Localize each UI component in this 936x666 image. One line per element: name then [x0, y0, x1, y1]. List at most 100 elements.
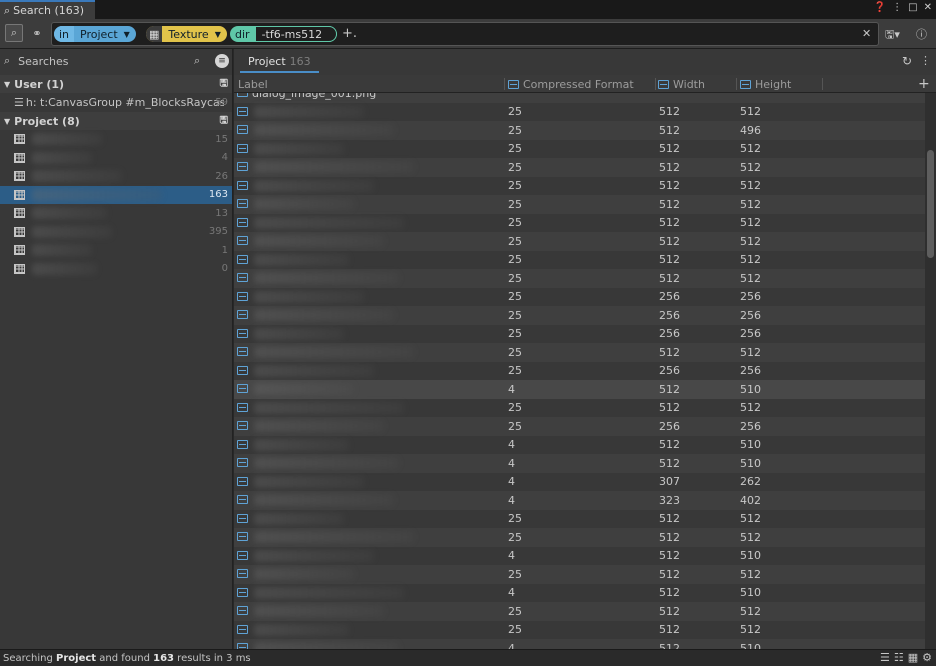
width-cell: 512 — [659, 142, 680, 156]
texture-icon — [237, 180, 248, 190]
compressed-format-cell: 4 — [508, 586, 515, 600]
close-icon[interactable]: ✕ — [924, 2, 932, 13]
redacted-label — [254, 216, 404, 229]
width-cell: 512 — [659, 438, 680, 452]
width-cell: 512 — [659, 530, 680, 544]
filter-chip-dir[interactable]: dir -tf6-ms512 — [230, 26, 337, 42]
search-query-input[interactable]: in Project ▼ ▦ Texture ▼ dir -tf6-ms512 +.… — [51, 22, 879, 46]
project-search-item[interactable]: 395 — [0, 223, 232, 241]
refresh-icon[interactable]: ↻ — [902, 54, 912, 68]
texture-icon — [237, 143, 248, 153]
table-view-icon[interactable]: ▦ — [908, 651, 918, 664]
table-row[interactable]: dialog_image_001.png — [234, 93, 925, 103]
table-row[interactable]: 25 512 512 — [234, 343, 925, 362]
table-row[interactable]: 25 512 512 — [234, 195, 925, 214]
table-row[interactable]: 4 512 510 — [234, 454, 925, 473]
redacted-label — [254, 272, 399, 285]
save-query-icon[interactable]: 🖫▾ — [885, 26, 900, 45]
table-row[interactable]: 25 256 256 — [234, 306, 925, 325]
clear-search-icon[interactable]: ✕ — [862, 27, 871, 40]
project-search-item[interactable]: 163 — [0, 185, 232, 204]
column-header-label[interactable]: Label — [238, 75, 268, 93]
table-row[interactable]: 25 512 512 — [234, 214, 925, 233]
table-row[interactable]: 25 256 256 — [234, 362, 925, 381]
texture-icon — [237, 291, 248, 301]
tab-project[interactable]: Project 163 — [240, 51, 319, 73]
sync-toggle-icon[interactable]: ⚭ — [28, 24, 46, 42]
table-row[interactable]: 4 512 510 — [234, 547, 925, 566]
table-row[interactable]: 25 512 512 — [234, 232, 925, 251]
filter-chip-in[interactable]: in Project ▼ — [54, 26, 136, 42]
table-row[interactable]: 25 512 512 — [234, 251, 925, 270]
table-row[interactable]: 25 512 512 — [234, 177, 925, 196]
table-row[interactable]: 25 512 512 — [234, 103, 925, 122]
dropdown-arrow-icon[interactable]: ▼ — [215, 30, 221, 39]
table-row[interactable]: 4 512 510 — [234, 584, 925, 603]
group-project-header[interactable]: ▼ Project (8) 🖫 — [0, 112, 232, 130]
table-row[interactable]: 25 256 256 — [234, 288, 925, 307]
column-divider[interactable] — [736, 78, 737, 90]
table-row[interactable]: 4 307 262 — [234, 473, 925, 492]
title-bar — [0, 0, 936, 19]
project-search-item[interactable]: 13 — [0, 204, 232, 222]
table-row[interactable]: 25 512 512 — [234, 510, 925, 529]
table-row[interactable]: 25 512 512 — [234, 565, 925, 584]
table-row[interactable]: 25 512 512 — [234, 269, 925, 288]
scrollbar-thumb[interactable] — [927, 150, 934, 258]
table-row[interactable]: 4 512 510 — [234, 639, 925, 649]
help-icon[interactable]: ❓ — [874, 2, 886, 13]
compressed-format-cell: 25 — [508, 271, 522, 285]
maximize-icon[interactable]: □ — [908, 2, 917, 13]
filter-icon[interactable]: ≡ — [215, 54, 229, 68]
inspector-icon[interactable]: ⓘ — [916, 26, 927, 42]
column-divider[interactable] — [655, 78, 656, 90]
add-filter-button[interactable]: +. — [342, 26, 357, 41]
save-icon[interactable]: 🖫 — [219, 76, 228, 93]
settings-icon[interactable]: ⚙ — [922, 651, 932, 664]
redacted-label — [254, 364, 374, 377]
table-row[interactable]: 25 512 512 — [234, 528, 925, 547]
search-panel-toggle-icon[interactable]: ⌕ — [5, 24, 23, 42]
grid-view-icon[interactable]: ☷ — [894, 651, 904, 664]
texture-icon — [237, 273, 248, 282]
column-divider[interactable] — [504, 78, 505, 90]
group-user-header[interactable]: ▼ User (1) 🖫 — [0, 75, 232, 93]
dropdown-arrow-icon[interactable]: ▼ — [124, 30, 130, 39]
table-row[interactable]: 25 512 512 — [234, 621, 925, 640]
column-header-width[interactable]: Width — [658, 75, 705, 93]
table-row[interactable]: 4 323 402 — [234, 491, 925, 510]
project-search-item[interactable]: 15 — [0, 130, 232, 148]
project-search-item[interactable]: 26 — [0, 167, 232, 185]
more-icon[interactable]: ⋮ — [892, 2, 902, 13]
project-search-item[interactable]: 4 — [0, 149, 232, 167]
grid-icon — [14, 226, 25, 237]
column-divider[interactable] — [822, 78, 823, 90]
width-cell: 512 — [659, 271, 680, 285]
table-row[interactable]: 25 512 512 — [234, 158, 925, 177]
project-search-item[interactable]: 0 — [0, 260, 232, 278]
table-row[interactable]: 25 512 496 — [234, 121, 925, 140]
filter-chip-type[interactable]: ▦ Texture ▼ — [146, 26, 227, 42]
table-row[interactable]: 25 512 512 — [234, 140, 925, 159]
table-row[interactable]: 4 512 510 — [234, 380, 925, 399]
chip-value[interactable]: -tf6-ms512 — [254, 26, 337, 42]
item-count: 0 — [221, 263, 228, 274]
window-tab[interactable]: ⌕ Search (163) — [0, 0, 95, 19]
table-row[interactable]: 25 256 256 — [234, 325, 925, 344]
more-options-icon[interactable]: ⋮ — [920, 54, 931, 67]
compressed-format-cell: 25 — [508, 530, 522, 544]
table-row[interactable]: 25 512 512 — [234, 399, 925, 418]
project-search-item[interactable]: 1 — [0, 241, 232, 259]
table-row[interactable]: 4 512 510 — [234, 436, 925, 455]
column-header-compressed-format[interactable]: Compressed Format — [508, 75, 634, 93]
results-table[interactable]: dialog_image_001.png 25 512 512 25 512 496 25 51… — [234, 93, 925, 649]
add-column-icon[interactable]: + — [918, 76, 930, 92]
save-icon[interactable]: 🖫 — [219, 113, 228, 130]
column-header-height[interactable]: Height — [740, 75, 791, 93]
list-view-icon[interactable]: ☰ — [880, 651, 890, 664]
table-row[interactable]: 25 256 256 — [234, 417, 925, 436]
saved-search-item[interactable]: ☰ h: t:CanvasGroup #m_BlocksRaycasts 59 — [0, 93, 232, 111]
searches-panel: ⌕ Searches ⌕ ≡ ▼ User (1) 🖫 ☰ h: t:Canva… — [0, 49, 233, 649]
table-row[interactable]: 25 512 512 — [234, 602, 925, 621]
search-icon[interactable]: ⌕ — [194, 54, 200, 68]
